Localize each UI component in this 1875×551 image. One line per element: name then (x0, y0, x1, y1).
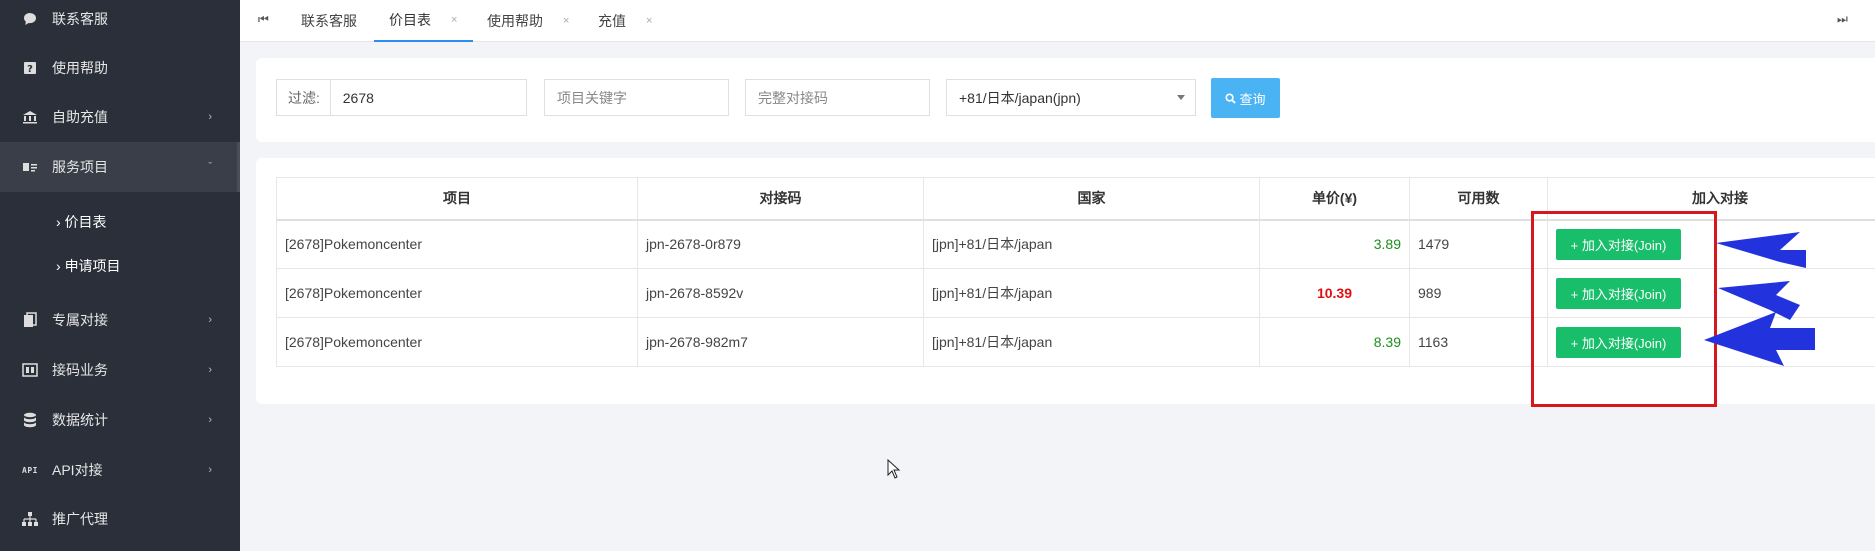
sidebar-subitem-label: › 申请项目 (56, 258, 121, 274)
cell-country: [jpn]+81/日本/japan (923, 268, 1260, 318)
sitemap-icon (22, 511, 38, 527)
bank-icon (22, 109, 38, 125)
svg-text:?: ? (27, 64, 33, 75)
close-icon[interactable]: × (451, 14, 457, 26)
api-icon: API (22, 465, 38, 475)
sidebar-item-label: 推广代理 (52, 511, 108, 527)
sidebar-subitem-apply[interactable]: › 申请项目 (0, 246, 240, 286)
close-icon[interactable]: × (563, 15, 569, 27)
sidebar-item-label: API对接 (52, 462, 103, 478)
cell-available: 989 (1409, 268, 1548, 318)
cell-code: jpn-2678-982m7 (637, 317, 924, 367)
sidebar-item-stats[interactable]: 数据统计 › (0, 395, 240, 445)
sidebar-item-exclusive[interactable]: 专属对接 › (0, 295, 240, 345)
help-icon: ? (22, 60, 38, 76)
cell-code: jpn-2678-8592v (637, 268, 924, 318)
grid-icon (22, 362, 38, 378)
mouse-cursor-icon (887, 459, 901, 479)
cell-project: [2678]Pokemoncenter (276, 219, 638, 269)
column-header-price: 单价(¥) (1259, 177, 1410, 221)
tab-label: 使用帮助 (487, 13, 543, 29)
keyword-field (544, 79, 729, 116)
sidebar-item-label: 服务项目 (52, 159, 108, 175)
close-icon[interactable]: × (646, 15, 652, 27)
keyword-input[interactable] (545, 80, 728, 115)
tabs-scroll-right-icon[interactable]: ⏭ (1837, 12, 1848, 27)
cell-project: [2678]Pokemoncenter (276, 317, 638, 367)
filter-label: 过滤: (277, 80, 331, 115)
cell-project: [2678]Pokemoncenter (276, 268, 638, 318)
sidebar-item-label: 使用帮助 (52, 60, 108, 76)
chat-icon (22, 11, 38, 27)
id-card-icon (22, 159, 38, 175)
filter-field: 过滤: (276, 79, 527, 116)
sidebar-item-api[interactable]: API API对接 › (0, 445, 240, 495)
tab-bar: ⏮ 联系客服 价目表 × 使用帮助 × 充值 × ⏭ (240, 0, 1875, 42)
query-button[interactable]: 查询 (1211, 78, 1280, 118)
cell-price: 3.89 (1259, 219, 1410, 269)
query-button-label: 查询 (1239, 91, 1266, 107)
sidebar-item-label: 自助充值 (52, 109, 108, 125)
country-select[interactable]: +81/日本/japan(jpn) (946, 79, 1196, 116)
sidebar-item-label: 接码业务 (52, 362, 108, 378)
sidebar: 联系客服 ? 使用帮助 自助充值 › 服务项目 ˇ › 价目表 › 申请项目 专… (0, 0, 240, 551)
cell-country: [jpn]+81/日本/japan (923, 317, 1260, 367)
tab-label: 价目表 (389, 12, 431, 28)
cell-price: 8.39 (1259, 317, 1410, 367)
column-header-country: 国家 (923, 177, 1260, 221)
cell-price: 10.39 (1259, 268, 1410, 318)
filter-input[interactable] (330, 80, 526, 115)
tab-recharge[interactable]: 充值 × (598, 0, 652, 42)
column-header-project: 项目 (276, 177, 638, 221)
cell-country: [jpn]+81/日本/japan (923, 219, 1260, 269)
sidebar-item-contact[interactable]: 联系客服 (0, 0, 240, 44)
column-header-available: 可用数 (1409, 177, 1548, 221)
sidebar-item-label: 数据统计 (52, 412, 108, 428)
cell-code: jpn-2678-0r879 (637, 219, 924, 269)
database-icon (22, 412, 38, 428)
tab-price-list[interactable]: 价目表 × (374, 0, 474, 42)
chevron-right-icon: › (208, 464, 212, 476)
column-header-code: 对接码 (637, 177, 924, 221)
code-field (745, 79, 930, 116)
tab-label: 联系客服 (301, 13, 357, 29)
chevron-right-icon: › (208, 314, 212, 326)
tab-label: 充值 (598, 13, 626, 29)
chevron-down-icon: ˇ (208, 161, 212, 173)
chevron-right-icon: › (208, 111, 212, 123)
filter-panel: 过滤: +81/日本/japan(jpn) (256, 58, 1875, 142)
sidebar-item-sms[interactable]: 接码业务 › (0, 345, 240, 395)
tabs-scroll-left-icon[interactable]: ⏮ (258, 12, 269, 27)
copy-icon (22, 312, 38, 328)
sidebar-item-promotion[interactable]: 推广代理 (0, 494, 240, 544)
country-selected-value: +81/日本/japan(jpn) (959, 89, 1081, 106)
tab-contact[interactable]: 联系客服 (301, 0, 357, 42)
tab-help[interactable]: 使用帮助 × (487, 0, 569, 42)
sidebar-subitem-label: › 价目表 (56, 214, 107, 230)
sidebar-item-label: 联系客服 (52, 11, 108, 27)
sidebar-subitem-price-list[interactable]: › 价目表 (0, 202, 240, 242)
code-input[interactable] (746, 80, 929, 115)
sidebar-item-help[interactable]: ? 使用帮助 (0, 43, 240, 93)
sidebar-item-services[interactable]: 服务项目 ˇ (0, 142, 240, 192)
sidebar-item-recharge[interactable]: 自助充值 › (0, 92, 240, 142)
cell-available: 1479 (1409, 219, 1548, 269)
annotation-highlight-box (1531, 211, 1717, 407)
chevron-right-icon: › (208, 414, 212, 426)
caret-down-icon (1177, 95, 1185, 100)
chevron-right-icon: › (208, 364, 212, 376)
search-icon (1225, 92, 1237, 104)
cell-available: 1163 (1409, 317, 1548, 367)
sidebar-item-label: 专属对接 (52, 312, 108, 328)
